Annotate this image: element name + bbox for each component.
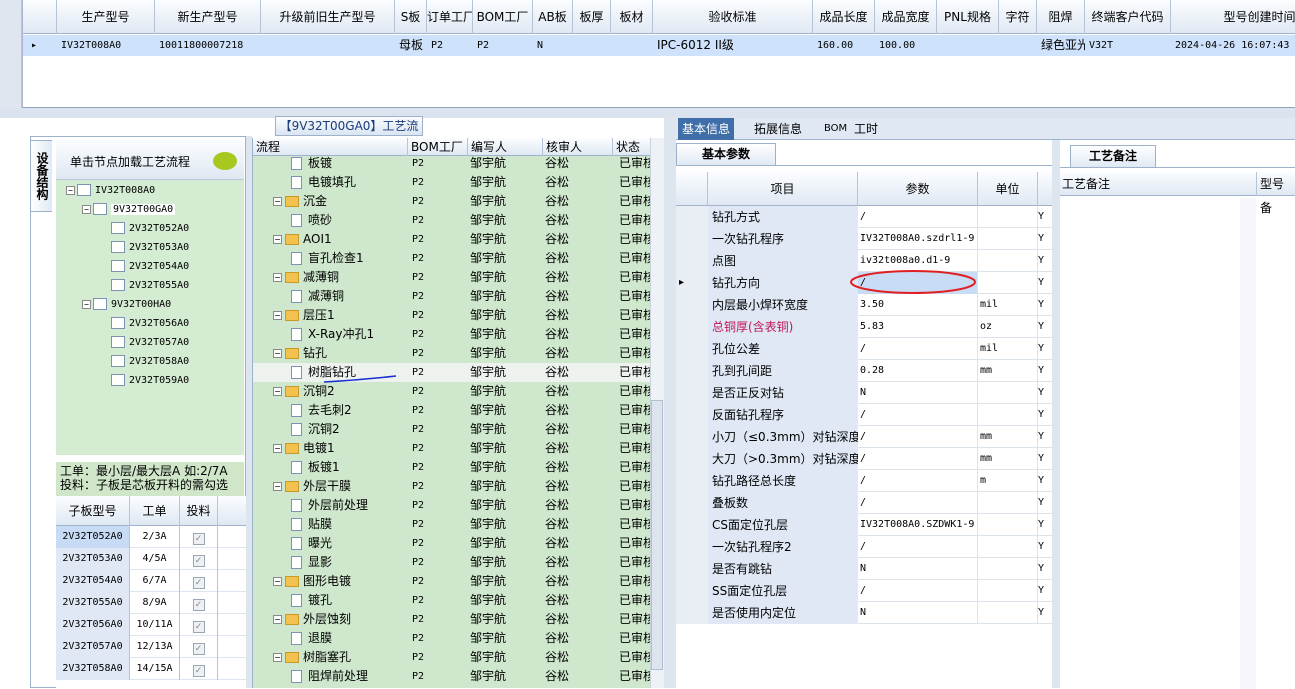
annotation-layer: [323, 270, 976, 383]
underline-mark: [323, 375, 397, 383]
highlight-oval: [850, 270, 976, 294]
